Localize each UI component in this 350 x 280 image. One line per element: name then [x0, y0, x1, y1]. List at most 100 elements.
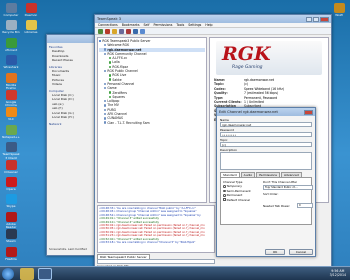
menu-item[interactable]: Permissions: [154, 23, 173, 27]
info-value: rgk.daemonwar.net: [244, 78, 275, 82]
app-icon: [5, 177, 17, 187]
radio-icon: [223, 189, 226, 193]
edit-channel-dialog: Edit Channel rgk.daemonwar.net Name rgk.…: [216, 107, 316, 257]
desktop-icon[interactable]: Google Chrome: [2, 90, 20, 108]
desktop-icon[interactable]: Daemon: [22, 3, 40, 17]
explorer-sidebar: Favorites Desktop Downloads Recent Places …: [47, 43, 101, 128]
needed-talk-field[interactable]: 0: [297, 203, 313, 209]
app-icon: [5, 229, 17, 240]
description-field[interactable]: [220, 152, 312, 170]
rgk-logo: RGK Rage Gaming: [216, 41, 322, 75]
maximize-button[interactable]: [313, 16, 319, 22]
dialog-close-button[interactable]: [304, 109, 313, 115]
mute-speakers-icon[interactable]: [133, 28, 138, 34]
desktop-icon[interactable]: FileZilla: [2, 246, 20, 261]
desktop-icon[interactable]: uTorrent: [2, 37, 20, 52]
contacts-icon[interactable]: [140, 28, 145, 34]
dialog-titlebar: Edit Channel rgk.daemonwar.net: [217, 108, 315, 116]
desktop-icon-label: Daemon: [24, 13, 38, 17]
desktop-icon[interactable]: CCleaner: [2, 159, 20, 174]
desktop-icon[interactable]: Mozilla Firefox: [2, 72, 20, 91]
desktop-icon-label: uTorrent: [4, 47, 18, 52]
app-icon: [5, 90, 17, 100]
needed-talk-label: Needed Talk Power:: [263, 204, 291, 209]
channel-type-label: Semi-Permanent: [226, 188, 251, 193]
template-label: Don't This Channel After: [263, 180, 298, 185]
menu-item[interactable]: Tools: [176, 23, 184, 27]
tree-channel[interactable]: Clan - T.L.T. Recruiting Sam: [99, 121, 205, 125]
mute-microphone-icon[interactable]: [126, 28, 131, 34]
app-icon: [5, 55, 17, 66]
library-item[interactable]: Videos: [49, 82, 99, 86]
channel-type-label: Permanent: [226, 193, 243, 198]
disconnect-icon[interactable]: [105, 28, 110, 34]
desktop-icon[interactable]: Recycle Bin: [2, 20, 20, 34]
away-icon[interactable]: [119, 28, 124, 34]
desktop-icon-label: Recycle Bin: [2, 30, 20, 35]
desktop-icon[interactable]: Computer: [2, 3, 20, 17]
desktop-icon-label: Wireshark: [3, 65, 19, 70]
dialog-title: Edit Channel rgk.daemonwar.net: [219, 110, 278, 114]
favorites-item[interactable]: Recent Places: [49, 58, 99, 62]
app-icon: [5, 107, 17, 118]
desktop-icon[interactable]: Opera: [2, 177, 20, 191]
app-icon: [5, 20, 17, 31]
app-icon: [25, 3, 37, 13]
taskbar: 9:56 AM 3/12/2014: [0, 266, 350, 280]
desktop-icon[interactable]: Notepad++: [2, 124, 20, 139]
name-field[interactable]: rgk.daemonwar.net: [220, 122, 312, 127]
app-icon: [5, 72, 17, 83]
taskbar-app-explorer[interactable]: [20, 268, 34, 280]
menu-item[interactable]: Bookmarks: [122, 23, 140, 27]
desktop-icon-wow[interactable]: WoW: [330, 3, 348, 17]
desktop-icon[interactable]: VLC: [2, 107, 20, 121]
desktop-icon[interactable]: Libraries: [22, 20, 40, 34]
app-icon: [5, 211, 17, 222]
topic-field[interactable]: (c): [220, 142, 312, 147]
start-button[interactable]: [2, 268, 14, 280]
desktop-icon[interactable]: Steam: [2, 229, 20, 243]
window-title: TeamSpeak 3: [97, 17, 121, 21]
desktop-icon[interactable]: Wireshark: [2, 55, 20, 69]
tree-label: Clan - T.L.T. Recruiting Sam: [107, 120, 150, 125]
menu-item[interactable]: Connections: [98, 23, 118, 27]
desktop-icon-label: Libraries: [24, 30, 38, 35]
desktop-icon-label: Computer: [3, 13, 19, 17]
desktop-icon-label: Mozilla Firefox: [5, 82, 17, 90]
network-heading[interactable]: Network: [49, 122, 99, 126]
menu-item[interactable]: Help: [205, 23, 212, 27]
app-icon: [5, 124, 17, 135]
desktop-icon-label: VLC: [8, 117, 14, 122]
chat-log: <09:48:33> You are now talking in channe…: [97, 205, 215, 253]
desktop-icon-label: TeamSpeak 3 Client: [2, 152, 20, 160]
desktop-icon-label: Steam: [6, 239, 16, 244]
minimize-button[interactable]: [306, 16, 312, 22]
cancel-button[interactable]: Cancel: [289, 249, 313, 255]
desktop-icon-label: CCleaner: [4, 169, 18, 174]
app-icon: [25, 20, 37, 31]
default-channel-checkbox[interactable]: [223, 198, 226, 201]
connect-icon[interactable]: [98, 28, 103, 34]
teamspeak-titlebar: TeamSpeak 3: [95, 15, 331, 23]
template-select[interactable]: Top/ Standard Public ch...: [263, 185, 313, 191]
desktop-icon[interactable]: Adobe Reader: [2, 211, 20, 230]
desktop-icon-label: FileZilla: [5, 256, 17, 261]
menu-item[interactable]: Settings: [188, 23, 201, 27]
channel-type-label: Temporary: [226, 184, 242, 189]
password-field[interactable]: ••••••••: [220, 132, 312, 137]
desktop-icon-label: Notepad++: [2, 134, 20, 139]
desktop-icon[interactable]: Skype: [2, 194, 20, 208]
wow-icon: [333, 3, 345, 13]
app-icon: [5, 142, 17, 153]
desktop-icon[interactable]: TeamSpeak 3 Client: [2, 142, 20, 160]
desktop-icon-label: Opera: [6, 187, 16, 191]
taskbar-clock[interactable]: 9:56 AM 3/12/2014: [330, 269, 346, 278]
radio-icon: [223, 193, 226, 197]
close-button[interactable]: [320, 16, 329, 22]
drive-item[interactable]: Local Disk (H:): [49, 115, 99, 119]
menu-item[interactable]: Self: [144, 23, 150, 27]
taskbar-app-teamspeak[interactable]: [38, 268, 52, 280]
ok-button[interactable]: OK: [265, 249, 285, 255]
app-icon: [5, 246, 17, 257]
bookmark-icon[interactable]: [112, 28, 117, 34]
